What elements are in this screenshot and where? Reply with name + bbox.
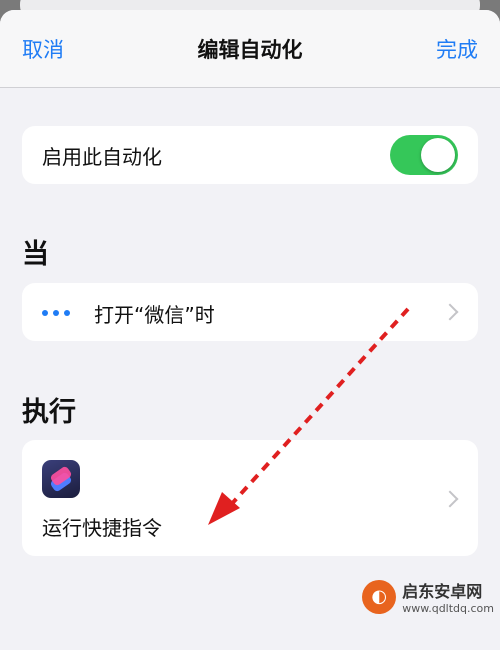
enable-automation-row: 启用此自动化: [22, 126, 478, 184]
action-row[interactable]: 运行快捷指令: [22, 440, 478, 556]
page-title: 编辑自动化: [197, 38, 303, 62]
when-section-header: 当: [22, 239, 49, 270]
enable-automation-toggle[interactable]: [390, 135, 458, 175]
done-button[interactable]: 完成: [436, 34, 478, 64]
trigger-row[interactable]: 打开“微信”时: [22, 283, 478, 341]
navigation-bar: 取消 编辑自动化 完成: [0, 10, 500, 88]
do-section-header: 执行: [22, 397, 76, 428]
edit-automation-sheet: 取消 编辑自动化 完成 启用此自动化 当 打开“微信”时 执行 运行快捷指令: [0, 10, 500, 650]
action-label: 运行快捷指令: [42, 516, 162, 540]
watermark: ◐ 启东安卓网 www.qdltdq.com: [362, 578, 494, 615]
watermark-title: 启东安卓网: [402, 582, 483, 601]
enable-automation-label: 启用此自动化: [42, 145, 162, 169]
trigger-label: 打开“微信”时: [94, 303, 215, 327]
chevron-right-icon: [441, 490, 459, 508]
ellipsis-icon: [42, 310, 70, 316]
watermark-logo-icon: ◐: [362, 579, 397, 614]
chevron-right-icon: [441, 303, 459, 321]
toggle-knob: [421, 138, 455, 172]
shortcuts-app-icon: [42, 460, 80, 498]
watermark-url: www.qdltdq.com: [402, 602, 494, 615]
